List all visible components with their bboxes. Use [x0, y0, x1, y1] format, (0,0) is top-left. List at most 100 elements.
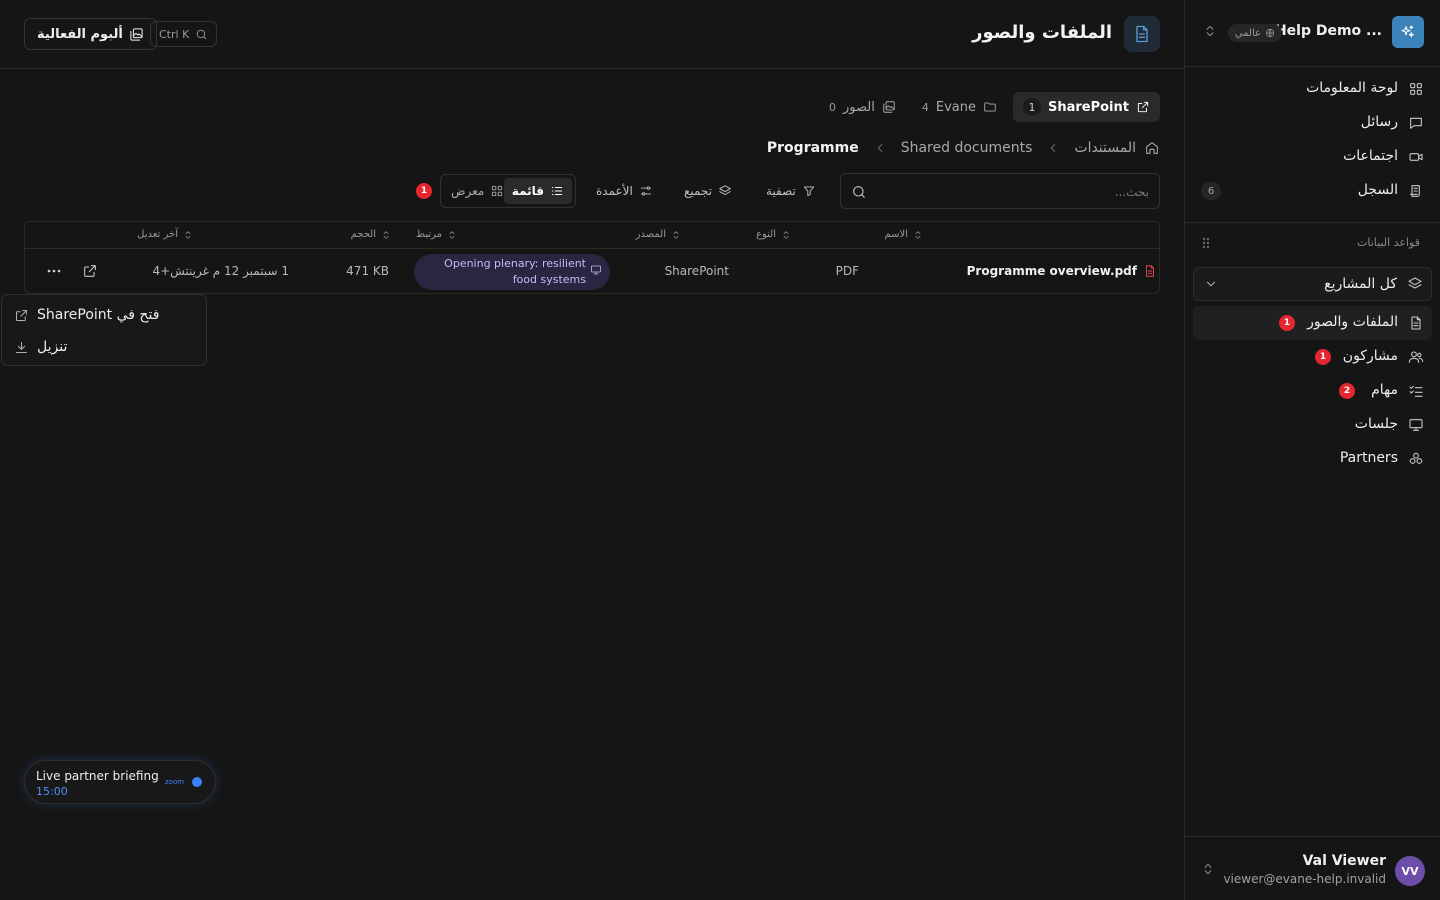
column-header-name[interactable]: الاسم	[884, 229, 923, 240]
nav-label: مشاركون	[1342, 348, 1398, 364]
gallery-view-label: معرض	[451, 184, 485, 198]
menu-item-open-sharepoint[interactable]: فتح في SharePoint	[2, 299, 206, 331]
user-email: viewer@evane-help.invalid	[1223, 872, 1386, 886]
sort-icon	[783, 230, 789, 239]
group-button[interactable]: تجميع	[684, 182, 732, 200]
linked-session-chip[interactable]: Opening plenary: resilient food systems	[414, 254, 610, 290]
nav-item-partners[interactable]: Partners	[1193, 442, 1432, 476]
columns-button[interactable]: الأعمدة	[596, 182, 653, 200]
live-indicator-dot	[192, 777, 202, 787]
project-selector-label: كل المشاريع	[1324, 276, 1397, 292]
download-icon	[16, 341, 27, 353]
files-table: الاسم النوع المصدر مرتبط الحجم آخر تعديل	[24, 221, 1160, 294]
folder-icon	[984, 102, 996, 112]
file-name: Programme overview.pdf	[966, 264, 1137, 278]
search-box[interactable]	[840, 173, 1160, 209]
chevron-left-icon	[877, 144, 882, 152]
nav-label: رسائل	[1360, 114, 1398, 130]
nav-item-messages[interactable]: رسائل	[1193, 106, 1432, 140]
tab-sharepoint[interactable]: SharePoint 1	[1012, 92, 1160, 122]
divider	[1185, 222, 1440, 223]
search-input[interactable]	[875, 182, 1149, 202]
view-toggle: قائمة معرض	[440, 174, 576, 208]
database-nav: الملفات والصور 1 مشاركون 1 مهام 2 جلسات …	[1185, 306, 1440, 476]
log-count-badge: 6	[1201, 182, 1221, 200]
menu-item-label: تنزيل	[37, 339, 68, 355]
tasks-badge: 2	[1339, 383, 1355, 399]
sort-icon	[915, 230, 921, 239]
nav-item-participants[interactable]: مشاركون 1	[1193, 340, 1432, 374]
home-icon	[1146, 142, 1158, 154]
file-source-cell: SharePoint	[664, 264, 729, 278]
nav-item-dashboard[interactable]: لوحة المعلومات	[1193, 72, 1432, 106]
nav-label: اجتماعات	[1343, 148, 1398, 164]
scope-badge: عالمي	[1227, 24, 1282, 42]
column-header-size[interactable]: الحجم	[351, 229, 391, 240]
tab-label: SharePoint	[1047, 99, 1129, 115]
nav-item-meetings[interactable]: اجتماعات	[1193, 140, 1432, 174]
pdf-file-icon	[1146, 265, 1154, 277]
participants-badge: 1	[1315, 349, 1331, 365]
databases-section-title: قواعد البيانات	[1357, 236, 1420, 249]
message-icon	[1408, 115, 1424, 131]
nav-item-sessions[interactable]: جلسات	[1193, 408, 1432, 442]
workspace-switcher[interactable]: Help Demo ... عالمي	[1197, 14, 1428, 50]
filter-button[interactable]: تصفية	[766, 182, 816, 200]
gallery-icon	[883, 101, 895, 113]
live-meeting-pill[interactable]: Live partner briefing 15:00 zoom	[24, 760, 216, 804]
files-badge: 1	[1279, 315, 1295, 331]
file-name-cell[interactable]: Programme overview.pdf	[967, 264, 1157, 278]
tab-photos[interactable]: الصور 0	[819, 92, 906, 122]
partners-icon	[1408, 451, 1424, 467]
event-album-button[interactable]: ألبوم الفعالية	[24, 18, 157, 50]
external-link-icon	[16, 309, 27, 321]
command-search-button[interactable]: Ctrl K	[150, 21, 218, 47]
file-size-cell: 471 KB	[346, 264, 389, 278]
filter-label: تصفية	[766, 184, 796, 198]
column-label: النوع	[756, 229, 776, 240]
nav-item-files[interactable]: الملفات والصور 1	[1193, 306, 1432, 340]
project-selector[interactable]: كل المشاريع	[1193, 267, 1432, 301]
more-horizontal-icon	[47, 269, 61, 273]
more-actions-button[interactable]	[46, 263, 62, 279]
sort-icon	[383, 230, 389, 239]
file-type-cell: PDF	[835, 264, 859, 278]
tab-count: 4	[921, 100, 929, 114]
user-menu[interactable]: VV Val Viewer viewer@evane-help.invalid	[1185, 836, 1440, 900]
tab-evane[interactable]: Evane 4	[912, 92, 1007, 122]
list-checks-icon	[1408, 383, 1424, 399]
tab-label: الصور	[843, 99, 875, 115]
column-header-modified[interactable]: آخر تعديل	[137, 229, 193, 240]
breadcrumb-documents[interactable]: المستندات	[1074, 140, 1160, 156]
nav-item-log[interactable]: السجل 6	[1193, 174, 1432, 208]
grid-icon	[492, 185, 503, 197]
column-header-type[interactable]: النوع	[756, 229, 791, 240]
column-header-linked[interactable]: مرتبط	[416, 229, 457, 240]
breadcrumb-shared-documents[interactable]: Shared documents	[901, 140, 1033, 156]
list-view-button[interactable]: قائمة	[503, 178, 572, 204]
presentation-icon	[1408, 417, 1424, 433]
table-row[interactable]: Programme overview.pdf PDF SharePoint Op…	[25, 250, 1159, 294]
open-external-button[interactable]	[82, 263, 98, 279]
nav-item-tasks[interactable]: مهام 2	[1193, 374, 1432, 408]
column-header-source[interactable]: المصدر	[636, 229, 681, 240]
main-nav: لوحة المعلومات رسائل اجتماعات السجل 6	[1185, 72, 1440, 208]
column-label: الحجم	[350, 229, 376, 240]
live-meeting-time: 15:00	[36, 785, 68, 798]
nav-label: لوحة المعلومات	[1306, 80, 1398, 96]
nav-label: السجل	[1357, 182, 1398, 198]
log-icon	[1408, 183, 1424, 199]
file-text-icon	[1124, 16, 1160, 52]
file-modified-cell: 1 سبتمبر 12 م غرينتش+4	[152, 264, 289, 278]
source-tabs: SharePoint 1 Evane 4 الصور 0	[819, 92, 1160, 122]
grip-icon[interactable]	[1201, 237, 1211, 249]
page-title: الملفات والصور	[972, 22, 1112, 43]
breadcrumb: المستندات Shared documents Programme	[767, 137, 1160, 159]
chevron-left-icon	[1051, 144, 1056, 152]
menu-item-download[interactable]: تنزيل	[2, 331, 206, 363]
live-meeting-title: Live partner briefing	[36, 769, 159, 783]
gallery-view-button[interactable]: معرض	[443, 178, 512, 204]
search-icon	[197, 29, 207, 39]
external-link-icon	[1137, 101, 1149, 113]
chevrons-up-down-icon	[1203, 24, 1217, 38]
